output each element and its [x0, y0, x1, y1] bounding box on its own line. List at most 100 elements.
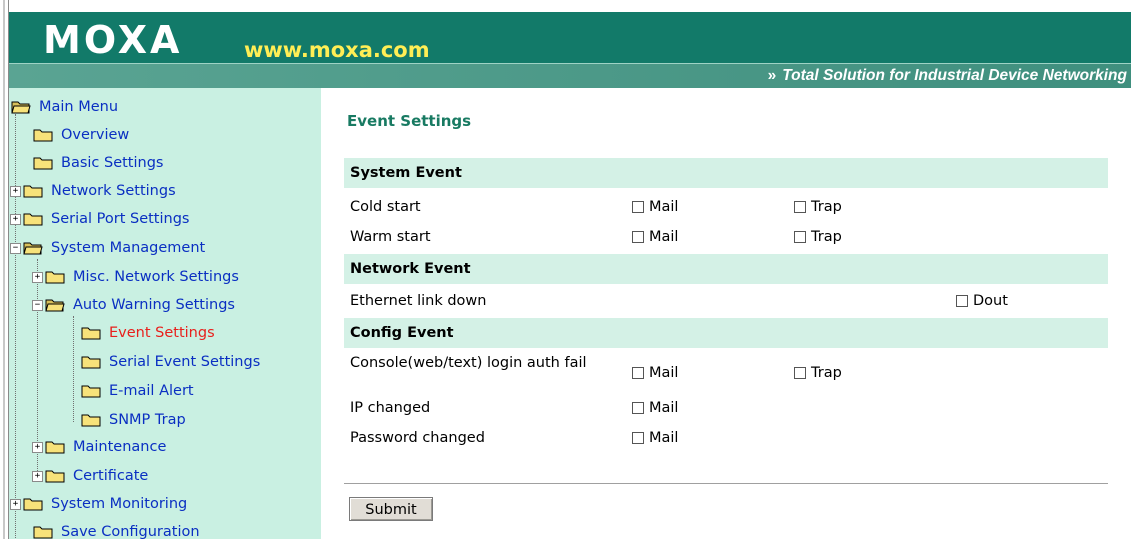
plus-toggle-icon[interactable]: + — [32, 271, 43, 283]
checkbox-label: Mail — [649, 400, 679, 416]
folder-open-icon — [23, 242, 43, 255]
checkbox-label: Mail — [649, 199, 679, 215]
sidebar-item-label: Main Menu — [39, 99, 119, 115]
console-login-fail-trap-checkbox[interactable]: Trap — [794, 365, 842, 381]
sidebar-item-label: Certificate — [73, 468, 149, 484]
folder-open-icon — [11, 101, 31, 114]
folder-icon — [45, 470, 65, 483]
sidebar-item-label: E-mail Alert — [109, 383, 194, 399]
folder-icon — [33, 129, 53, 142]
sidebar-item-label: Basic Settings — [61, 155, 164, 171]
sidebar-item-system-management[interactable]: − System Management — [10, 234, 205, 262]
section-header-config-event: Config Event — [344, 318, 1108, 348]
header-banner: MOXA www.moxa.com » Total Solution for In… — [9, 0, 1131, 88]
sidebar-item-label: Overview — [61, 127, 130, 143]
checkbox-label: Trap — [811, 365, 842, 381]
row-label-console-login-fail: Console(web/text) login auth fail — [350, 355, 587, 371]
password-changed-mail-checkbox[interactable]: Mail — [632, 430, 678, 446]
sidebar-item-serial-port-settings[interactable]: + Serial Port Settings — [10, 205, 189, 233]
sidebar-item-maintenance[interactable]: + Maintenance — [32, 433, 166, 461]
folder-icon — [33, 526, 53, 539]
sidebar-item-overview[interactable]: Overview — [33, 121, 129, 149]
sidebar-item-label: Event Settings — [109, 325, 215, 341]
sidebar-item-label: Misc. Network Settings — [73, 269, 239, 285]
moxa-url: www.moxa.com — [244, 38, 430, 62]
plus-toggle-icon[interactable]: + — [10, 185, 21, 197]
checkbox-box[interactable] — [632, 367, 644, 379]
sidebar-item-system-monitoring[interactable]: + System Monitoring — [10, 490, 187, 518]
folder-icon — [23, 213, 43, 226]
sidebar-item-label: Serial Event Settings — [109, 354, 261, 370]
section-header-system-event: System Event — [344, 158, 1108, 188]
cold-start-trap-checkbox[interactable]: Trap — [794, 199, 842, 215]
minus-toggle-icon[interactable]: − — [32, 299, 43, 311]
sidebar-item-label: SNMP Trap — [109, 412, 186, 428]
sidebar-item-main-menu[interactable]: Main Menu — [11, 93, 118, 121]
folder-icon — [45, 441, 65, 454]
sidebar-item-label: Serial Port Settings — [51, 211, 190, 227]
checkbox-box[interactable] — [794, 231, 806, 243]
folder-open-icon — [45, 299, 65, 312]
sidebar-item-network-settings[interactable]: + Network Settings — [10, 177, 176, 205]
cold-start-mail-checkbox[interactable]: Mail — [632, 199, 678, 215]
checkbox-box[interactable] — [632, 432, 644, 444]
sidebar-item-label: System Management — [51, 240, 206, 256]
checkbox-box[interactable] — [956, 295, 968, 307]
checkbox-label: Trap — [811, 199, 842, 215]
warm-start-trap-checkbox[interactable]: Trap — [794, 229, 842, 245]
row-label-ip-changed: IP changed — [350, 400, 431, 416]
minus-toggle-icon[interactable]: − — [10, 242, 21, 254]
sidebar-item-label: Save Configuration — [61, 524, 200, 539]
checkbox-box[interactable] — [794, 367, 806, 379]
checkbox-box[interactable] — [632, 402, 644, 414]
folder-icon — [23, 498, 43, 511]
folder-icon — [33, 157, 53, 170]
submit-button[interactable]: Submit — [349, 497, 433, 521]
checkbox-label: Trap — [811, 229, 842, 245]
sidebar-item-auto-warning-settings[interactable]: − Auto Warning Settings — [32, 291, 235, 319]
folder-icon — [81, 385, 101, 398]
folder-icon — [23, 185, 43, 198]
plus-toggle-icon[interactable]: + — [32, 470, 43, 482]
checkbox-box[interactable] — [794, 201, 806, 213]
sidebar-item-save-configuration[interactable]: Save Configuration — [33, 518, 200, 539]
sidebar-item-misc-network-settings[interactable]: + Misc. Network Settings — [32, 263, 239, 291]
folder-icon — [81, 356, 101, 369]
sidebar-item-label: Network Settings — [51, 183, 176, 199]
sidebar-item-snmp-trap[interactable]: SNMP Trap — [81, 406, 186, 434]
sidebar-item-label: Auto Warning Settings — [73, 297, 235, 313]
checkbox-box[interactable] — [632, 201, 644, 213]
sidebar-item-serial-event-settings[interactable]: Serial Event Settings — [81, 348, 260, 376]
row-label-password-changed: Password changed — [350, 430, 485, 446]
checkbox-box[interactable] — [632, 231, 644, 243]
sidebar-item-basic-settings[interactable]: Basic Settings — [33, 149, 163, 177]
tagline-text: Total Solution for Industrial Device Net… — [782, 67, 1127, 84]
row-label-warm-start: Warm start — [350, 229, 431, 245]
checkbox-label: Mail — [649, 365, 679, 381]
row-label-cold-start: Cold start — [350, 199, 421, 215]
folder-icon — [45, 271, 65, 284]
header-tagline: » Total Solution for Industrial Device Ne… — [768, 66, 1127, 86]
sidebar-item-email-alert[interactable]: E-mail Alert — [81, 377, 194, 405]
checkbox-label: Mail — [649, 430, 679, 446]
checkbox-label: Mail — [649, 229, 679, 245]
sidebar-item-event-settings[interactable]: Event Settings — [81, 319, 215, 347]
folder-icon — [81, 327, 101, 340]
page-title: Event Settings — [347, 112, 472, 130]
row-label-ethernet-link-down: Ethernet link down — [350, 293, 487, 309]
main-content: Event Settings System Event Cold start M… — [321, 88, 1131, 539]
plus-toggle-icon[interactable]: + — [10, 213, 21, 225]
console-login-fail-mail-checkbox[interactable]: Mail — [632, 365, 678, 381]
plus-toggle-icon[interactable]: + — [32, 441, 43, 453]
section-header-network-event: Network Event — [344, 254, 1108, 284]
ethernet-link-down-dout-checkbox[interactable]: Dout — [956, 293, 1008, 309]
warm-start-mail-checkbox[interactable]: Mail — [632, 229, 678, 245]
sidebar-item-certificate[interactable]: + Certificate — [32, 462, 148, 490]
plus-toggle-icon[interactable]: + — [10, 498, 21, 510]
folder-icon — [81, 414, 101, 427]
ip-changed-mail-checkbox[interactable]: Mail — [632, 400, 678, 416]
sidebar-item-label: System Monitoring — [51, 496, 188, 512]
window-left-edge — [0, 0, 9, 539]
sidebar-tree-menu: Main Menu Overview Basic Settings + Netw… — [9, 88, 321, 539]
divider — [344, 483, 1108, 484]
